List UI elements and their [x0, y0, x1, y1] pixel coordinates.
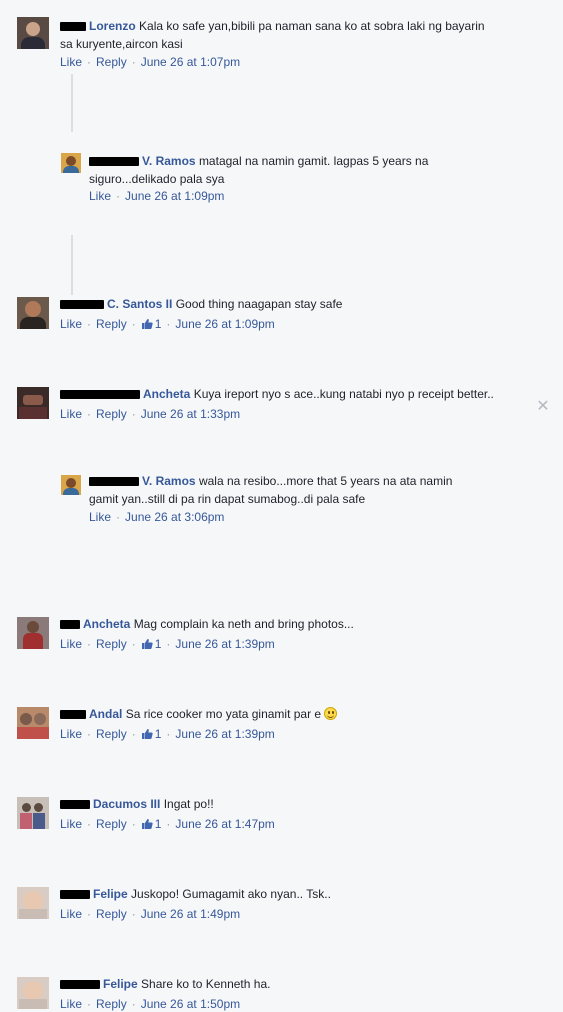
redaction-bar: [60, 980, 100, 990]
comment-text: Share ko to Kenneth ha.: [141, 977, 271, 991]
comment-actions: Like · Reply · 1 · June 26 at 1:39pm: [60, 727, 275, 741]
comment: Felipe Share ko to Kenneth ha. Like · Repl…: [0, 485, 563, 1011]
reply-link[interactable]: Reply: [96, 727, 127, 741]
comment: C. Santos II Good thing naagapan stay sa…: [0, 145, 563, 331]
timestamp[interactable]: June 26 at 1:50pm: [141, 997, 240, 1011]
redaction-bar: [60, 22, 86, 32]
comment-text: Kala ko safe yan,bibili pa naman sana ko…: [139, 19, 485, 33]
avatar[interactable]: [17, 707, 49, 739]
comment: Felipe Juskopo! Gumagamit ako nyan.. Tsk…: [0, 440, 563, 921]
comment: Ancheta Kuya ireport nyo s ace..kung nat…: [0, 190, 563, 421]
comment: Dacumos III Ingat po!! Like · Reply · 1 · June…: [0, 395, 563, 831]
redaction-bar: [60, 800, 90, 810]
comment-text: Ingat po!!: [163, 797, 214, 811]
comment-author[interactable]: Lorenzo: [89, 19, 136, 33]
comment: Andal Sa rice cooker mo yata ginamit par…: [0, 350, 563, 741]
comment-text: Mag complain ka neth and bring photos...: [133, 617, 354, 631]
reply-link[interactable]: Reply: [96, 637, 127, 651]
comment-body: Felipe Share ko to Kenneth ha.: [60, 976, 270, 992]
close-icon[interactable]: ✕: [536, 399, 550, 415]
comment-body: Andal Sa rice cooker mo yata ginamit par…: [60, 706, 338, 722]
like-link[interactable]: Like: [60, 55, 82, 69]
comment-author[interactable]: Felipe: [93, 887, 128, 901]
redaction-bar: [60, 890, 90, 900]
avatar[interactable]: [17, 977, 49, 1009]
like-link[interactable]: Like: [60, 727, 82, 741]
comment-actions: Like · Reply · June 26 at 1:07pm: [60, 55, 241, 69]
comment-body: Lorenzo Kala ko safe yan,bibili pa naman…: [60, 18, 485, 34]
comment-body: Dacumos III Ingat po!!: [60, 796, 214, 812]
comment-body: Felipe Juskopo! Gumagamit ako nyan.. Tsk…: [60, 886, 331, 902]
avatar[interactable]: [17, 797, 49, 829]
comment-text-cont: sa kuryente,aircon kasi: [60, 37, 183, 51]
avatar[interactable]: [17, 617, 49, 649]
reply-comment: V. Ramos wala na resibo...more that 5 ye…: [0, 235, 563, 524]
thumbs-up-icon: [141, 819, 153, 829]
like-count[interactable]: 1: [141, 637, 161, 651]
comment-author[interactable]: Dacumos III: [93, 797, 160, 811]
comment-actions: Like · Reply · June 26 at 1:50pm: [60, 997, 241, 1011]
comment-actions: Like · Reply · 1 · June 26 at 1:47pm: [60, 817, 275, 831]
comment-author[interactable]: Andal: [89, 707, 122, 721]
thumbs-up-icon: [141, 639, 153, 649]
comment: Ancheta Mag complain ka neth and bring p…: [0, 305, 563, 651]
timestamp[interactable]: June 26 at 1:47pm: [175, 817, 274, 831]
comment-actions: Like · Reply · 1 · June 26 at 1:39pm: [60, 637, 275, 651]
comment-text: Sa rice cooker mo yata ginamit par e: [125, 707, 322, 721]
redaction-bar: [60, 710, 86, 720]
like-count[interactable]: 1: [141, 727, 161, 741]
avatar[interactable]: [17, 887, 49, 919]
thumbs-up-icon: [141, 729, 153, 739]
like-link[interactable]: Like: [60, 997, 82, 1011]
reply-link[interactable]: Reply: [96, 817, 127, 831]
timestamp[interactable]: June 26 at 1:39pm: [175, 727, 274, 741]
timestamp[interactable]: June 26 at 1:07pm: [141, 55, 240, 69]
comment-actions: Like · Reply · June 26 at 1:49pm: [60, 907, 241, 921]
comment-author[interactable]: Ancheta: [83, 617, 130, 631]
comment-author[interactable]: Felipe: [103, 977, 138, 991]
redaction-bar: [60, 620, 80, 630]
like-link[interactable]: Like: [60, 637, 82, 651]
timestamp[interactable]: June 26 at 1:39pm: [175, 637, 274, 651]
timestamp[interactable]: June 26 at 1:49pm: [141, 907, 240, 921]
comment: Lorenzo Kala ko safe yan,bibili pa naman…: [0, 0, 563, 75]
reply-link[interactable]: Reply: [96, 55, 127, 69]
comment-text: Juskopo! Gumagamit ako nyan.. Tsk..: [131, 887, 331, 901]
avatar[interactable]: [17, 17, 49, 49]
like-link[interactable]: Like: [60, 907, 82, 921]
like-count[interactable]: 1: [141, 817, 161, 831]
comment-body: Ancheta Mag complain ka neth and bring p…: [60, 616, 354, 632]
reply-link[interactable]: Reply: [96, 907, 127, 921]
reply-comment: V. Ramos matagal na namin gamit. lagpas …: [0, 74, 563, 203]
smile-emoji-icon: [324, 707, 338, 720]
reply-link[interactable]: Reply: [96, 997, 127, 1011]
like-link[interactable]: Like: [60, 817, 82, 831]
